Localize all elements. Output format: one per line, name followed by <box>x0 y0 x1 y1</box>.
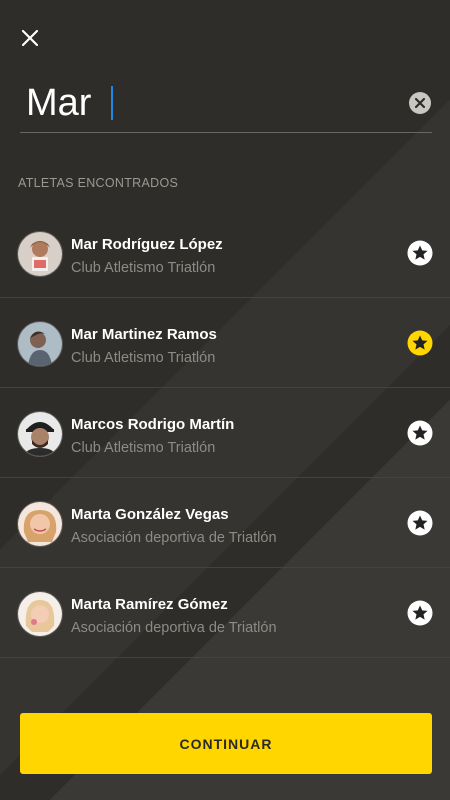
clear-search-button[interactable] <box>408 91 432 115</box>
avatar <box>17 411 63 457</box>
athlete-row[interactable]: Marta González Vegas Asociación deportiv… <box>0 478 450 568</box>
athlete-name: Mar Rodríguez López <box>71 236 223 253</box>
favorite-toggle[interactable] <box>407 240 433 266</box>
athlete-row[interactable]: Mar Rodríguez López Club Atletismo Triat… <box>0 208 450 298</box>
athlete-name: Mar Martinez Ramos <box>71 326 217 343</box>
athlete-row[interactable]: Marta Ramírez Gómez Asociación deportiva… <box>0 568 450 658</box>
star-icon <box>407 330 433 356</box>
athlete-club: Club Atletismo Triatlón <box>71 350 216 366</box>
section-title: ATLETAS ENCONTRADOS <box>18 176 179 190</box>
avatar <box>17 231 63 277</box>
star-icon <box>407 510 433 536</box>
athlete-name: Marta González Vegas <box>71 506 229 523</box>
favorite-toggle[interactable] <box>407 330 433 356</box>
favorite-toggle[interactable] <box>407 600 433 626</box>
favorite-toggle[interactable] <box>407 420 433 446</box>
clear-circle-icon <box>409 92 431 114</box>
athlete-list: Mar Rodríguez López Club Atletismo Triat… <box>0 208 450 658</box>
athlete-row[interactable]: Mar Martinez Ramos Club Atletismo Triatl… <box>0 298 450 388</box>
close-button[interactable] <box>18 26 42 50</box>
athlete-club: Club Atletismo Triatlón <box>71 440 216 456</box>
avatar <box>17 321 63 367</box>
star-icon <box>407 240 433 266</box>
athlete-club: Asociación deportiva de Triatlón <box>71 530 277 546</box>
favorite-toggle[interactable] <box>407 510 433 536</box>
athlete-club: Club Atletismo Triatlón <box>71 260 216 276</box>
text-caret <box>111 86 113 120</box>
avatar <box>17 591 63 637</box>
search-input[interactable] <box>26 76 396 130</box>
athlete-club: Asociación deportiva de Triatlón <box>71 620 277 636</box>
continue-button[interactable]: CONTINUAR <box>20 713 432 774</box>
athlete-name: Marcos Rodrigo Martín <box>71 416 235 433</box>
star-icon <box>407 600 433 626</box>
search-field <box>20 76 432 133</box>
star-icon <box>407 420 433 446</box>
close-icon <box>21 29 39 47</box>
avatar <box>17 501 63 547</box>
athlete-row[interactable]: Marcos Rodrigo Martín Club Atletismo Tri… <box>0 388 450 478</box>
athlete-name: Marta Ramírez Gómez <box>71 596 228 613</box>
